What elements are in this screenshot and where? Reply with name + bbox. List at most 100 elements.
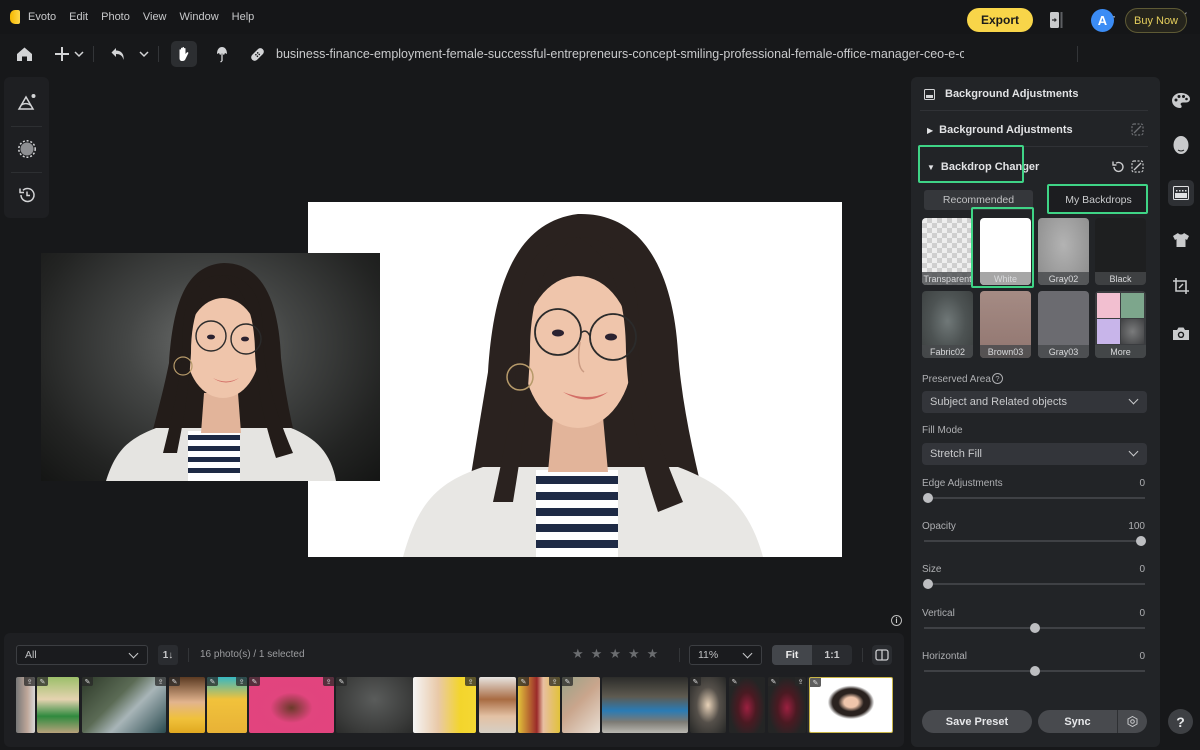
bandage-icon[interactable] xyxy=(246,39,268,69)
edge-adjustments-value: 0 xyxy=(1139,478,1145,489)
backdrop-fabric02[interactable]: Fabric02 xyxy=(922,291,973,358)
clothing-icon[interactable] xyxy=(1168,227,1194,253)
menu-evoto[interactable]: Evoto xyxy=(28,11,56,23)
highlight-backdrop-changer xyxy=(918,145,1024,183)
palette-icon[interactable] xyxy=(1168,87,1194,113)
buy-now-button[interactable]: Buy Now xyxy=(1125,8,1187,33)
section-background-adjustments[interactable]: ▶ Background Adjustments xyxy=(927,124,1073,136)
panel-toggle-icon[interactable] xyxy=(1049,11,1063,29)
star-rating[interactable]: ★ ★ ★ ★ ★ xyxy=(572,647,658,661)
edge-adjustments-slider-handle[interactable] xyxy=(923,493,933,503)
mask-icon[interactable] xyxy=(4,126,49,172)
hand-icon[interactable] xyxy=(171,41,197,67)
striped-shirt xyxy=(536,470,618,557)
thumbnail[interactable]: ⇪ ✎ xyxy=(768,677,806,733)
help-circle-icon[interactable]: ? xyxy=(992,373,1003,384)
info-icon[interactable]: i xyxy=(891,615,902,626)
sort-button[interactable]: 1↓ xyxy=(158,645,178,665)
menu-help[interactable]: Help xyxy=(232,11,255,23)
menu-edit[interactable]: Edit xyxy=(69,11,88,23)
avatar[interactable]: A xyxy=(1091,9,1114,32)
star-icon[interactable]: ★ xyxy=(572,647,584,661)
zoom-dropdown[interactable]: 11% xyxy=(689,645,762,665)
eraser-icon[interactable] xyxy=(1131,160,1144,178)
caret-right-icon: ▶ xyxy=(927,125,934,135)
menu-photo[interactable]: Photo xyxy=(101,11,130,23)
thumbnail[interactable]: ✎ ⇪ xyxy=(207,677,247,733)
filter-dropdown[interactable]: All xyxy=(16,645,148,665)
backdrop-gray03[interactable]: Gray03 xyxy=(1038,291,1089,358)
chevron-down-icon[interactable] xyxy=(138,39,150,69)
opacity-slider-track[interactable] xyxy=(924,540,1145,542)
thumbnail[interactable]: ✎ xyxy=(336,677,413,733)
sync-button[interactable]: Sync xyxy=(1038,710,1118,733)
compare-view-icon[interactable] xyxy=(872,645,892,665)
menu-window[interactable]: Window xyxy=(180,11,219,23)
more-swatch-lavender xyxy=(1097,319,1120,344)
backdrop-black[interactable]: Black xyxy=(1095,218,1146,285)
face-icon[interactable] xyxy=(1168,132,1194,158)
undo-icon[interactable] xyxy=(108,39,128,69)
thumbnail[interactable] xyxy=(479,677,516,733)
fill-mode-dropdown[interactable]: Stretch Fill xyxy=(922,443,1147,465)
opacity-label: Opacity xyxy=(922,521,956,532)
thumbnail[interactable]: ✎ xyxy=(562,677,600,733)
fit-button[interactable]: Fit xyxy=(772,645,812,665)
opacity-slider-handle[interactable] xyxy=(1136,536,1146,546)
vertical-slider-handle[interactable] xyxy=(1029,623,1040,633)
zoom-value: 11% xyxy=(698,649,719,661)
eraser-icon[interactable] xyxy=(1131,123,1144,141)
horizontal-slider-handle[interactable] xyxy=(1029,666,1040,676)
thumbnail[interactable]: ✎ xyxy=(729,677,765,733)
backdrop-more[interactable]: More xyxy=(1095,291,1146,358)
filmstrip-divider xyxy=(679,648,680,662)
backdrop-brown03[interactable]: Brown03 xyxy=(980,291,1031,358)
export-button[interactable]: Export xyxy=(967,8,1033,32)
thumbnail[interactable]: ✎ xyxy=(690,677,726,733)
thumbnail[interactable]: ✎ ⇪ xyxy=(518,677,560,733)
brush-icon[interactable] xyxy=(211,39,233,69)
home-icon[interactable] xyxy=(13,39,35,69)
crop-icon[interactable] xyxy=(1168,273,1194,299)
reset-icon[interactable] xyxy=(1111,160,1125,179)
original-photo-before[interactable] xyxy=(41,253,380,481)
size-slider-track[interactable] xyxy=(924,583,1145,585)
star-icon[interactable]: ★ xyxy=(591,647,603,661)
fit-toggle-group: Fit 1:1 xyxy=(772,645,852,665)
thumbnail[interactable]: ✎ ⇪ xyxy=(82,677,166,733)
save-preset-button[interactable]: Save Preset xyxy=(922,710,1032,733)
camera-icon[interactable] xyxy=(1168,320,1194,346)
menu-view[interactable]: View xyxy=(143,11,167,23)
sync-button-group: Sync xyxy=(1038,710,1147,733)
thumbnail[interactable]: ⇪ xyxy=(413,677,476,733)
thumbnail[interactable]: ✎ xyxy=(37,677,79,733)
star-icon[interactable]: ★ xyxy=(609,647,621,661)
thumbnail[interactable]: ✎ ⇪ xyxy=(249,677,334,733)
horizontal-label: Horizontal xyxy=(922,651,968,662)
help-button[interactable]: ? xyxy=(1168,709,1193,734)
edit-icon: ✎ xyxy=(768,677,779,686)
thumbnail[interactable]: ✎ xyxy=(169,677,205,733)
star-icon[interactable]: ★ xyxy=(647,647,659,661)
landscape-adjust-icon[interactable] xyxy=(4,79,49,125)
thumbnail-selected[interactable]: ✎ xyxy=(809,677,893,733)
thumbnail[interactable] xyxy=(602,677,688,733)
upload-icon: ⇪ xyxy=(24,677,35,686)
upload-icon: ⇪ xyxy=(323,677,334,686)
upload-icon: ⇪ xyxy=(465,677,476,686)
preserved-area-dropdown[interactable]: Subject and Related objects xyxy=(922,391,1147,413)
thumbnail[interactable]: ⇪ xyxy=(16,677,35,733)
backdrop-gray02[interactable]: Gray02 xyxy=(1038,218,1089,285)
background-icon[interactable] xyxy=(1168,180,1194,206)
more-swatch-gray xyxy=(1121,319,1144,344)
size-slider-handle[interactable] xyxy=(923,579,933,589)
add-icon[interactable] xyxy=(51,39,73,69)
sync-settings-icon[interactable] xyxy=(1118,710,1147,733)
edge-adjustments-slider-track[interactable] xyxy=(924,497,1145,499)
one-to-one-button[interactable]: 1:1 xyxy=(812,645,852,665)
chevron-down-icon[interactable] xyxy=(73,39,85,69)
star-icon[interactable]: ★ xyxy=(628,647,640,661)
history-icon[interactable] xyxy=(4,172,49,218)
backdrop-transparent[interactable]: Transparent xyxy=(922,218,973,285)
main-photo-after[interactable] xyxy=(308,202,842,557)
